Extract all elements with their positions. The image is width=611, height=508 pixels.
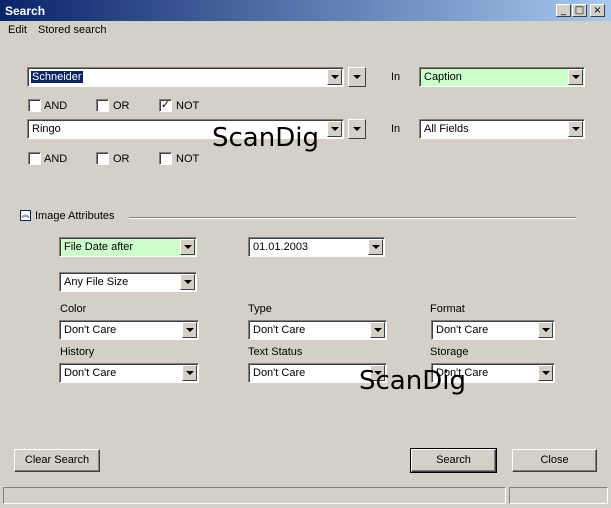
- date-value-picker[interactable]: 01.01.2003: [248, 237, 385, 257]
- and-checkbox-1[interactable]: [28, 99, 41, 112]
- menu-edit[interactable]: Edit: [8, 24, 27, 36]
- status-bar-secondary: [509, 487, 608, 504]
- search-term-1-text: Schneider: [31, 71, 83, 83]
- in-label-2: In: [391, 123, 401, 135]
- chevron-down-icon[interactable]: [327, 121, 342, 137]
- in-label-1: In: [391, 71, 401, 83]
- color-label: Color: [60, 303, 87, 315]
- watermark-text: ScanDig: [359, 366, 466, 396]
- search-field-1-select[interactable]: Caption: [419, 67, 585, 87]
- title-bar[interactable]: Search _ □ ×: [0, 0, 611, 21]
- history-select[interactable]: Don't Care: [59, 363, 199, 383]
- menu-stored-search[interactable]: Stored search: [38, 24, 106, 36]
- or-checkbox-1[interactable]: [96, 99, 109, 112]
- format-select[interactable]: Don't Care: [431, 320, 555, 340]
- format-label: Format: [430, 303, 465, 315]
- chevron-down-icon[interactable]: [370, 322, 385, 338]
- search-field-2-value: All Fields: [424, 123, 469, 135]
- chevron-down-icon[interactable]: [327, 69, 342, 85]
- chevron-down-icon[interactable]: [180, 274, 195, 290]
- or-label-2: OR: [113, 153, 130, 165]
- color-value: Don't Care: [64, 324, 117, 336]
- storage-label: Storage: [430, 346, 469, 358]
- chevron-down-icon[interactable]: [182, 322, 197, 338]
- format-value: Don't Care: [436, 324, 489, 336]
- section-divider: [129, 217, 576, 219]
- chevron-down-icon[interactable]: [538, 365, 553, 381]
- color-select[interactable]: Don't Care: [59, 320, 199, 340]
- search-window: Search _ □ × Edit Stored search Schneide…: [0, 0, 611, 508]
- search-field-1-value: Caption: [424, 71, 462, 83]
- menu-bar: Edit Stored search: [0, 21, 611, 40]
- text-status-label: Text Status: [248, 346, 303, 358]
- search-term-1-combo[interactable]: Schneider: [27, 67, 344, 87]
- search-term-2-text: Ringo: [32, 123, 61, 135]
- type-label: Type: [248, 303, 272, 315]
- text-status-value: Don't Care: [253, 367, 306, 379]
- chevron-down-icon[interactable]: [180, 239, 195, 255]
- search-field-2-select[interactable]: All Fields: [419, 119, 585, 139]
- chevron-down-icon[interactable]: [182, 365, 197, 381]
- chevron-down-icon[interactable]: [538, 322, 553, 338]
- window-title: Search: [5, 4, 46, 18]
- image-attributes-header: Image Attributes: [35, 210, 115, 222]
- search-button[interactable]: Search: [410, 448, 497, 473]
- not-checkbox-2[interactable]: [159, 152, 172, 165]
- and-label-1: AND: [44, 100, 68, 112]
- chevron-down-icon[interactable]: [568, 69, 583, 85]
- close-button[interactable]: Close: [512, 449, 597, 472]
- watermark-text: ScanDig: [212, 123, 319, 153]
- not-label-2: NOT: [176, 153, 200, 165]
- and-label-2: AND: [44, 153, 68, 165]
- search-term-1-options-button[interactable]: [348, 67, 366, 87]
- history-label: History: [60, 346, 95, 358]
- not-checkbox-1[interactable]: ✓: [159, 99, 172, 112]
- status-bar-main: [3, 487, 506, 504]
- maximize-button[interactable]: □: [572, 4, 587, 17]
- and-checkbox-2[interactable]: [28, 152, 41, 165]
- collapse-up-icon[interactable]: ︽: [20, 210, 31, 221]
- chevron-down-icon[interactable]: [568, 121, 583, 137]
- not-label-1: NOT: [176, 100, 200, 112]
- close-window-button[interactable]: ×: [590, 4, 605, 17]
- minimize-button[interactable]: _: [556, 4, 571, 17]
- or-label-1: OR: [113, 100, 130, 112]
- file-size-value: Any File Size: [64, 276, 129, 288]
- or-checkbox-2[interactable]: [96, 152, 109, 165]
- type-select[interactable]: Don't Care: [248, 320, 387, 340]
- history-value: Don't Care: [64, 367, 117, 379]
- type-value: Don't Care: [253, 324, 306, 336]
- date-value-text: 01.01.2003: [253, 241, 309, 253]
- file-size-select[interactable]: Any File Size: [59, 272, 197, 292]
- chevron-down-icon[interactable]: [368, 239, 383, 255]
- date-filter-value: File Date after: [64, 241, 134, 253]
- date-filter-select[interactable]: File Date after: [59, 237, 197, 257]
- search-term-2-options-button[interactable]: [348, 119, 366, 139]
- clear-search-button[interactable]: Clear Search: [14, 449, 100, 472]
